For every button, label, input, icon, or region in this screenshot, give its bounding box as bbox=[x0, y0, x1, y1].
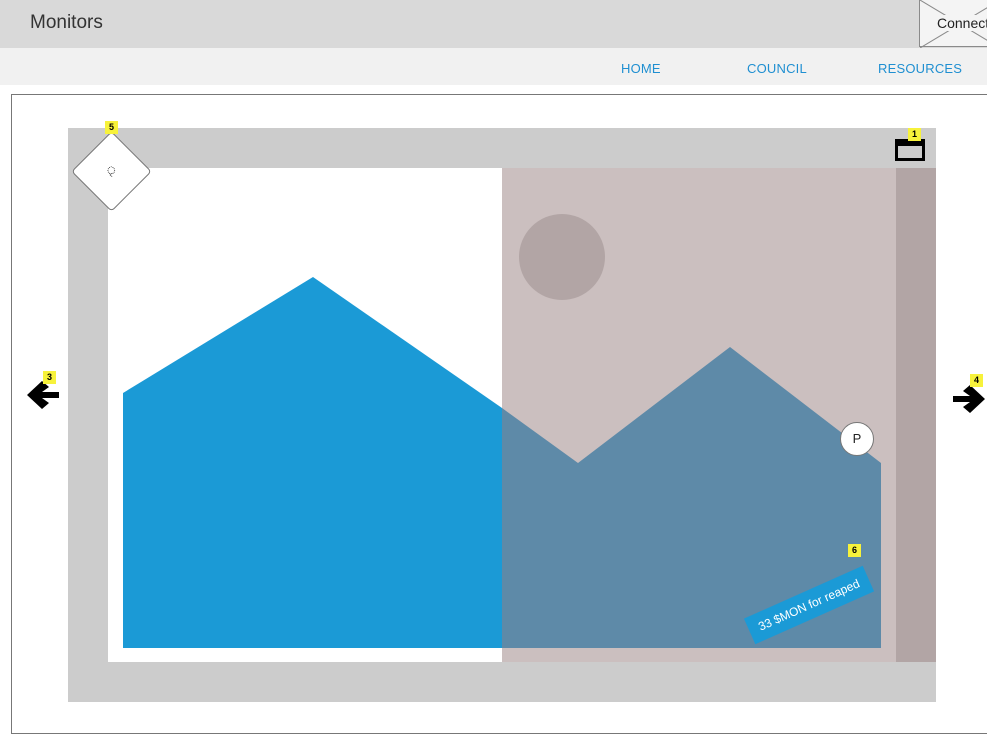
search-glyph: ৃ bbox=[106, 164, 117, 177]
badge-6: 6 bbox=[848, 544, 861, 557]
carousel-image bbox=[108, 168, 936, 662]
window-close-icon[interactable] bbox=[895, 139, 925, 161]
badge-5: 5 bbox=[105, 121, 118, 134]
badge-4: 4 bbox=[970, 374, 983, 387]
arrow-right-icon[interactable] bbox=[951, 384, 987, 414]
badge-1: 1 bbox=[908, 128, 921, 141]
arrow-left-icon[interactable] bbox=[25, 380, 61, 410]
image-side-strip bbox=[896, 168, 936, 662]
badge-3: 3 bbox=[43, 371, 56, 384]
sun-shape bbox=[519, 214, 605, 300]
hint-bubble[interactable]: P bbox=[840, 422, 874, 456]
